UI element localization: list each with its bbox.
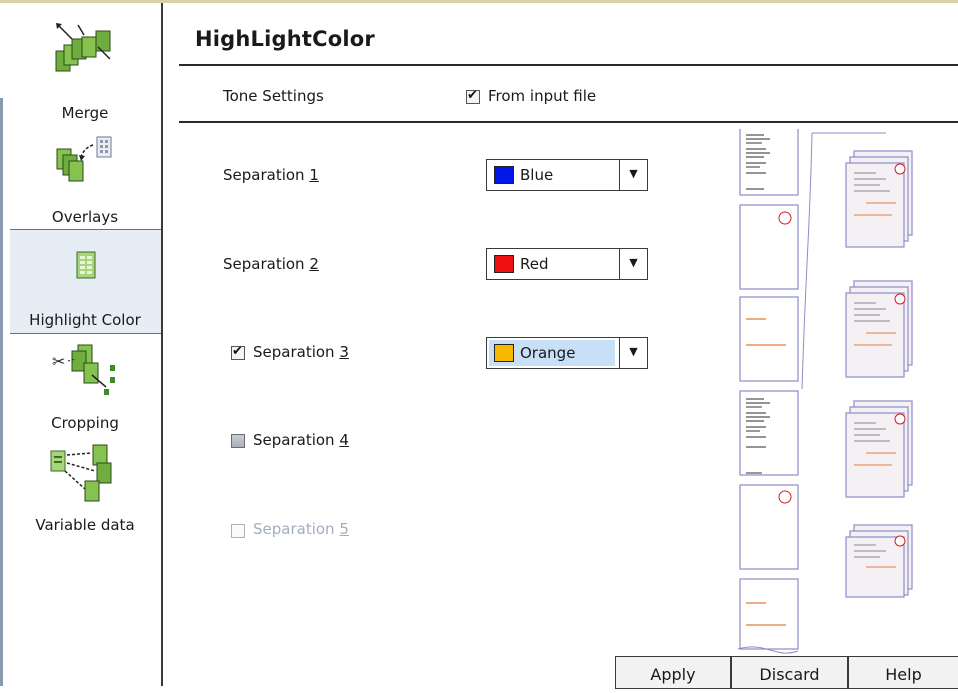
dropdown-arrow-icon[interactable]: ▼: [619, 160, 647, 190]
sidebar-item-label: Cropping: [51, 414, 119, 432]
selected-color: Orange: [520, 344, 576, 362]
cropping-icon: ✂: [48, 341, 122, 405]
main-panel: HighLightColor Tone Settings From input …: [165, 3, 958, 689]
separation-4-checkbox[interactable]: [231, 434, 245, 448]
separation-1-color-select[interactable]: Blue ▼: [486, 159, 648, 191]
discard-button[interactable]: Discard: [731, 656, 848, 689]
sidebar-item-highlight-color[interactable]: Highlight Color: [10, 229, 161, 334]
dropdown-arrow-icon[interactable]: ▼: [619, 249, 647, 279]
separation-2-color-select[interactable]: Red ▼: [486, 248, 648, 280]
svg-text:✂: ✂: [52, 352, 65, 371]
separation-5-checkbox[interactable]: [231, 524, 245, 538]
separation-2-label: Separation 2: [223, 255, 319, 273]
sidebar-item-label: Highlight Color: [29, 311, 141, 329]
document-preview-image: [736, 129, 958, 669]
overlays-icon: [53, 135, 117, 197]
from-input-file-label: From input file: [488, 87, 597, 105]
sidebar-item-label: Overlays: [51, 208, 119, 226]
help-button[interactable]: Help: [848, 656, 958, 689]
sidebar-edge: [0, 98, 3, 686]
dropdown-arrow-icon[interactable]: ▼: [619, 338, 647, 368]
separation-3-checkbox[interactable]: [231, 344, 245, 360]
selected-color: Blue: [520, 166, 554, 184]
separation-5-label: Separation 5: [253, 520, 349, 538]
title-divider: [179, 64, 958, 66]
action-buttons: Apply Discard Help: [615, 656, 958, 689]
separation-1-label: Separation 1: [223, 166, 319, 184]
variable-data-icon: [45, 441, 125, 511]
selected-color: Red: [520, 255, 549, 273]
page-title: HighLightColor: [195, 27, 375, 51]
separation-3-color-select[interactable]: Orange ▼: [486, 337, 648, 369]
tone-settings-label: Tone Settings: [223, 87, 324, 105]
sidebar-item-label: Merge: [61, 104, 109, 122]
sidebar-item-label: Variable data: [35, 516, 135, 534]
sidebar: Merge Overlays Highlight Color ✂ Croppin…: [0, 3, 163, 686]
separation-3-label: Separation 3: [253, 343, 349, 361]
merge-icon: [50, 17, 120, 83]
color-swatch: [494, 166, 514, 184]
settings-divider: [179, 121, 958, 123]
sidebar-item-cropping[interactable]: ✂ Cropping: [10, 335, 160, 435]
color-swatch: [494, 344, 514, 362]
from-input-file-checkbox[interactable]: [466, 88, 480, 104]
color-swatch: [494, 255, 514, 273]
sidebar-item-merge[interactable]: Merge: [10, 3, 160, 127]
sidebar-item-overlays[interactable]: Overlays: [10, 131, 160, 227]
apply-button[interactable]: Apply: [615, 656, 731, 689]
highlight-color-icon: [74, 250, 98, 284]
separation-4-label: Separation 4: [253, 431, 349, 449]
sidebar-item-variable-data[interactable]: Variable data: [10, 439, 160, 543]
